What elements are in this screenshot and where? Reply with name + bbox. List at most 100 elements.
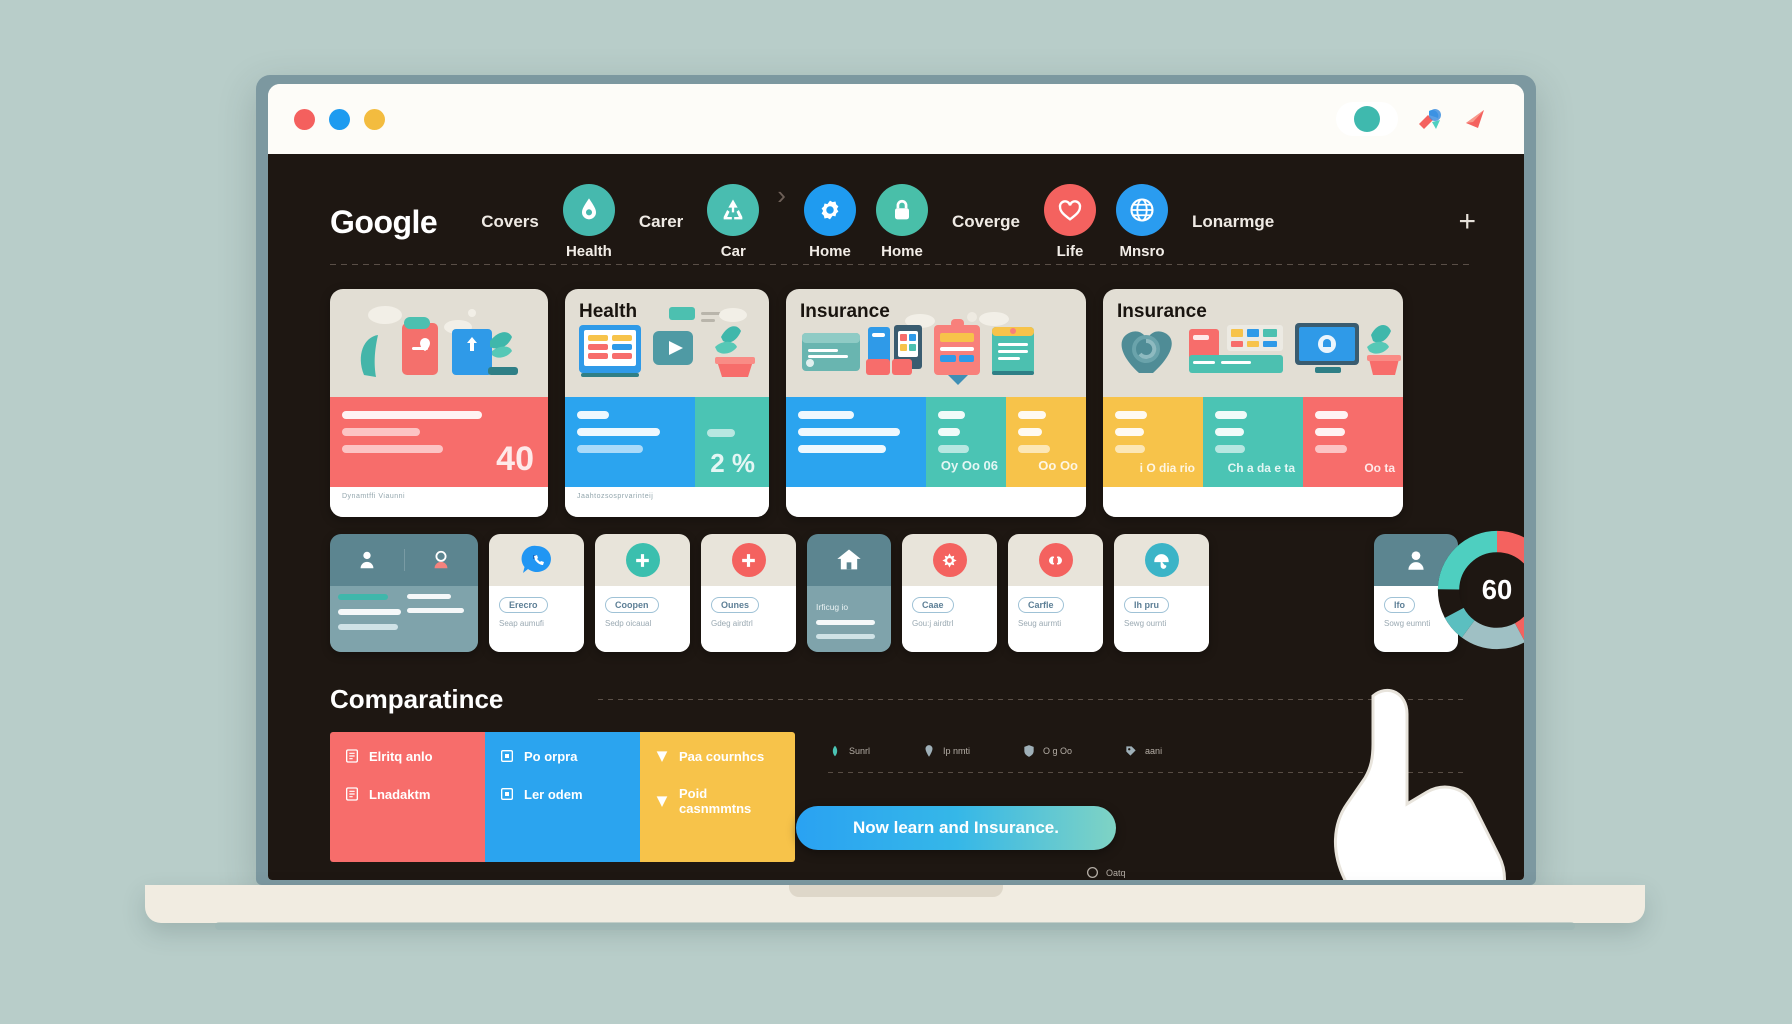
cursor-hand-icon	[1334, 689, 1506, 880]
add-button[interactable]: +	[1458, 205, 1476, 239]
nav-item-home-lock[interactable]: Home	[875, 184, 928, 260]
globe-icon	[1115, 184, 1168, 236]
comparison-rule	[598, 699, 1468, 700]
marker-icon	[925, 745, 933, 757]
health-drop-icon	[562, 184, 615, 236]
profile-avatar-icon[interactable]	[1336, 102, 1398, 136]
comparison-item: Ler odem	[499, 786, 626, 802]
chevron-right-icon[interactable]: ›	[777, 172, 786, 211]
document-icon	[346, 787, 358, 801]
card-3-footer	[786, 487, 1086, 517]
tile-link[interactable]: Carfle Seug aurmti	[1008, 534, 1103, 652]
tile-add-teal-button[interactable]: Coopen	[605, 597, 659, 613]
card-3-value-1: Oy Oo 06	[940, 458, 998, 473]
send-arrow-icon[interactable]	[1460, 104, 1490, 134]
address-bar[interactable]	[417, 101, 1318, 137]
window-minimize-button[interactable]	[329, 108, 350, 130]
tile-umbrella-icon-wrap	[1114, 534, 1209, 586]
mini-stat-label: Sunrl	[849, 746, 871, 756]
user-support-icon	[1408, 551, 1424, 570]
card-4-art: Insurance	[1103, 289, 1403, 397]
tile-health[interactable]: Caae Gou:j airdtrl	[902, 534, 997, 652]
browser-actions	[1336, 102, 1498, 136]
tile-chat-body: Erecro Seap aumufi	[489, 586, 584, 652]
card-1-value: 40	[496, 440, 534, 478]
nav-item-coverge[interactable]: Coverge	[952, 212, 1020, 232]
tile-health-button[interactable]: Caae	[912, 597, 954, 613]
tile-link-button[interactable]: Carfle	[1018, 597, 1064, 613]
tile-home-button[interactable]: Irficug io	[816, 602, 882, 612]
tile-link-icon-wrap	[1008, 534, 1103, 586]
nav-item-lonarmge[interactable]: Lonarmge	[1192, 212, 1274, 232]
comparison-label: Po orpra	[524, 748, 578, 764]
tile-umbrella-button[interactable]: Ih pru	[1124, 597, 1169, 613]
tile-add-teal[interactable]: Coopen Sedp oicaual	[595, 534, 690, 652]
card-1[interactable]: 40 Dynamtffi Viaunni	[330, 289, 548, 517]
nav-item-carer[interactable]: Carer	[639, 212, 683, 232]
document-icon	[346, 749, 358, 763]
card-4[interactable]: Insurance i O dia rio Ch a da e ta Oo ta	[1103, 289, 1403, 517]
cta-button[interactable]: Now learn and Insurance.	[796, 806, 1116, 850]
card-4-segment-1: i O dia rio	[1103, 397, 1203, 487]
tile-chat-button[interactable]: Erecro	[499, 597, 548, 613]
brand-logo[interactable]: Google	[330, 204, 438, 241]
card-2-art: Health	[565, 289, 769, 397]
card-4-value-2: Ch a da e ta	[1227, 461, 1295, 475]
mini-stat: aani	[1124, 744, 1162, 758]
nav-item-mnsro[interactable]: Mnsro	[1115, 184, 1168, 260]
card-3-segment-3: Oo Oo	[1006, 397, 1086, 487]
card-1-art	[330, 289, 548, 397]
nav-divider	[330, 264, 1470, 265]
mini-stat-label: Ip nmti	[943, 746, 971, 756]
window-maximize-button[interactable]	[364, 108, 385, 130]
mini-stat: Sunrl	[828, 744, 870, 758]
tile-support-button[interactable]: lfo	[1384, 597, 1415, 613]
tile-add-red[interactable]: Ounes Gdeg airdtrl	[701, 534, 796, 652]
tile-home[interactable]: Irficug io	[807, 534, 891, 652]
window-close-button[interactable]	[294, 108, 315, 130]
nav-item-home-settings[interactable]: Home	[803, 184, 856, 260]
card-2-bars: 2 %	[565, 397, 769, 487]
tile-home-body: Irficug io	[807, 586, 891, 652]
browser-toolbar	[268, 84, 1524, 154]
comparison-label: Poid casnmmtns	[679, 786, 752, 816]
tile-add-red-button[interactable]: Ounes	[711, 597, 760, 613]
tile-contacts[interactable]	[330, 534, 478, 652]
tile-health-body: Caae Gou:j airdtrl	[902, 586, 997, 652]
comparison-item: Elritq anlo	[344, 748, 471, 764]
nav-item-health[interactable]: Health	[562, 184, 615, 260]
tile-contacts-body	[330, 586, 478, 652]
donut-center-label: 60	[1482, 574, 1512, 605]
extension-puzzle-icon[interactable]	[1412, 102, 1446, 136]
comparison-item: Lnadaktm	[344, 786, 471, 802]
nav-item-life[interactable]: Life	[1043, 184, 1096, 260]
nav-item-car[interactable]: Car	[707, 184, 760, 260]
card-1-segment: 40	[330, 397, 548, 487]
square-dot-icon	[501, 750, 513, 762]
tile-umbrella[interactable]: Ih pru Sewg ournti	[1114, 534, 1209, 652]
tile-add-teal-body: Coopen Sedp oicaual	[595, 586, 690, 652]
circle-icon	[1086, 866, 1099, 879]
tile-chat-sub: Seap aumufi	[499, 619, 544, 628]
feature-cards-row: 40 Dynamtffi Viaunni Health 2 % Jaahtozs…	[330, 289, 1460, 517]
tile-add-red-body: Ounes Gdeg airdtrl	[701, 586, 796, 652]
card-2[interactable]: Health 2 % Jaahtozsosprvarinteij	[565, 289, 769, 517]
comparison-column-3[interactable]: Paa cournhcs Poid casnmmtns	[640, 732, 795, 862]
mini-stats-rule	[828, 772, 1468, 773]
card-3-bars: Oy Oo 06 Oo Oo	[786, 397, 1086, 487]
tile-add-red-sub: Gdeg airdtrl	[711, 619, 753, 628]
agent-headset-icon	[434, 550, 448, 569]
card-1-footer-text: Dynamtffi Viaunni	[342, 493, 406, 500]
card-4-segment-3: Oo ta	[1303, 397, 1403, 487]
tile-umbrella-sub: Sewg ournti	[1124, 619, 1167, 628]
card-3-segment-1	[786, 397, 926, 487]
nav-item-covers[interactable]: Covers	[481, 212, 539, 232]
chat-phone-icon	[521, 545, 551, 573]
recycle-car-icon	[707, 184, 760, 236]
tile-chat[interactable]: Erecro Seap aumufi	[489, 534, 584, 652]
comparison-label: Lnadaktm	[369, 786, 431, 802]
comparison-column-2[interactable]: Po orpra Ler odem	[485, 732, 640, 862]
plus-icon	[625, 543, 660, 577]
comparison-column-1[interactable]: Elritq anlo Lnadaktm	[330, 732, 485, 862]
card-3[interactable]: Insurance Oy Oo 06 Oo Oo	[786, 289, 1086, 517]
